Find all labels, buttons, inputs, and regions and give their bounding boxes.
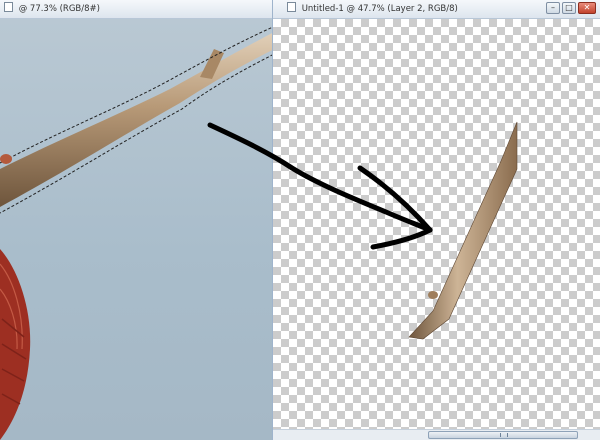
maximize-button[interactable]: □ <box>562 2 576 14</box>
scroll-grip-icon <box>500 433 508 437</box>
target-horizontal-scrollbar[interactable] <box>273 429 600 440</box>
horizontal-scroll-thumb[interactable] <box>428 431 578 439</box>
target-document-window[interactable]: Untitled-1 @ 47.7% (Layer 2, RGB/8) – □ … <box>272 0 600 440</box>
branch-bud <box>0 154 12 164</box>
pasted-branch-bud <box>428 291 438 299</box>
branch-shape <box>0 23 300 207</box>
red-leaf-shape <box>0 249 31 440</box>
minimize-button[interactable]: – <box>546 2 560 14</box>
document-icon <box>4 2 13 12</box>
target-document-titlebar[interactable]: Untitled-1 @ 47.7% (Layer 2, RGB/8) – □ … <box>273 0 600 19</box>
close-button[interactable]: ✕ <box>578 2 596 14</box>
pasted-branch-shape <box>408 121 518 340</box>
source-document-title: @ 77.3% (RGB/8#) <box>18 4 100 14</box>
pasted-layer <box>408 121 518 340</box>
transparent-canvas[interactable] <box>273 19 600 430</box>
document-icon <box>287 2 296 12</box>
target-document-title: Untitled-1 @ 47.7% (Layer 2, RGB/8) <box>301 4 458 14</box>
